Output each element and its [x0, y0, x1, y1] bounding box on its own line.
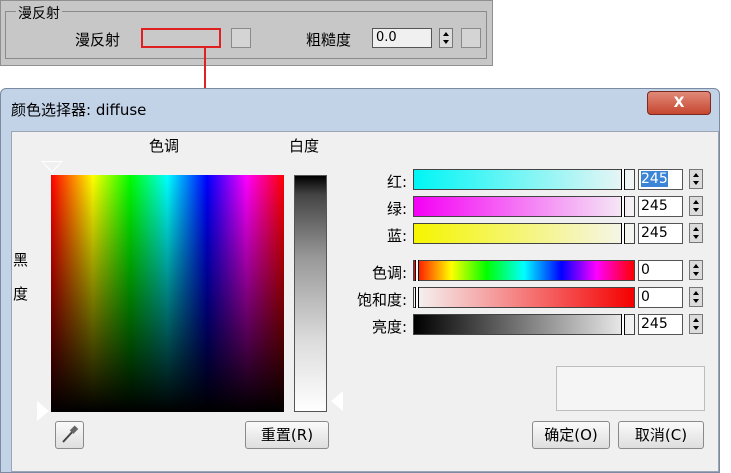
diffuse-group-title: 漫反射 — [16, 3, 62, 23]
value-slider-handle[interactable] — [621, 314, 625, 335]
roughness-map-button[interactable] — [461, 28, 481, 48]
blackness-label: 黑度 — [13, 251, 29, 303]
blue-slider-handle[interactable] — [621, 223, 625, 244]
saturation-value-field[interactable]: 0 — [638, 287, 683, 308]
blue-label: 蓝: — [386, 227, 407, 245]
green-slider[interactable] — [413, 196, 635, 217]
hue-value-field[interactable]: 0 — [638, 260, 683, 281]
eyedropper-icon — [62, 425, 79, 443]
diffuse-color-swatch[interactable] — [141, 28, 221, 48]
green-spinner[interactable] — [689, 196, 703, 216]
green-label: 绿: — [386, 200, 407, 218]
blue-value-field[interactable]: 245 — [638, 223, 683, 244]
red-spinner[interactable] — [689, 169, 703, 189]
hue-label: 色调 — [149, 137, 180, 155]
hue-spinner[interactable] — [689, 260, 703, 280]
diffuse-label: 漫反射 — [75, 31, 121, 49]
roughness-label: 粗糙度 — [306, 31, 352, 49]
cancel-button[interactable]: 取消(C) — [618, 421, 704, 449]
red-slider-handle[interactable] — [621, 169, 625, 190]
red-label: 红: — [386, 173, 407, 191]
eyedropper-button[interactable] — [55, 421, 84, 449]
value-slider[interactable] — [413, 314, 635, 335]
dialog-title: 颜色选择器: diffuse — [11, 101, 147, 119]
value-label: 亮度: — [371, 318, 407, 336]
saturation-spinner[interactable] — [689, 287, 703, 307]
whiteness-label: 白度 — [289, 137, 320, 155]
blackness-marker-icon[interactable] — [37, 401, 49, 421]
green-slider-handle[interactable] — [621, 196, 625, 217]
value-spinner[interactable] — [689, 314, 703, 334]
green-value-field[interactable]: 245 — [638, 196, 683, 217]
roughness-spinner[interactable] — [439, 28, 453, 48]
roughness-field[interactable]: 0.0 — [372, 28, 432, 48]
red-slider[interactable] — [413, 169, 635, 190]
blue-slider[interactable] — [413, 223, 635, 244]
hue-marker-icon[interactable] — [41, 161, 63, 173]
whiteness-bar[interactable] — [294, 175, 327, 412]
saturation-slider-handle[interactable] — [415, 287, 419, 308]
whiteness-marker-icon[interactable] — [331, 391, 343, 411]
color-preview-swatch — [556, 366, 705, 411]
red-value: 245 — [641, 171, 668, 187]
saturation-label: 饱和度: — [356, 291, 407, 309]
saturation-slider[interactable] — [413, 287, 635, 308]
diffuse-rollout-panel: 漫反射 漫反射 粗糙度 0.0 — [0, 0, 493, 66]
close-button[interactable]: X — [647, 91, 711, 115]
callout-line — [204, 47, 206, 92]
blue-spinner[interactable] — [689, 223, 703, 243]
diffuse-map-button[interactable] — [231, 28, 251, 48]
color-picker-dialog: 颜色选择器: diffuse X 色调 白度 黑度 红: 245 绿: 245 … — [0, 88, 720, 473]
ok-button[interactable]: 确定(O) — [532, 421, 610, 449]
hue-slider-handle[interactable] — [415, 260, 419, 281]
value-value-field[interactable]: 245 — [638, 314, 683, 335]
hue-slider[interactable] — [413, 260, 635, 281]
red-value-field[interactable]: 245 — [638, 169, 683, 190]
reset-button[interactable]: 重置(R) — [245, 421, 329, 449]
hue-blackness-field[interactable] — [51, 175, 284, 412]
hue-slider-label: 色调: — [371, 264, 407, 282]
